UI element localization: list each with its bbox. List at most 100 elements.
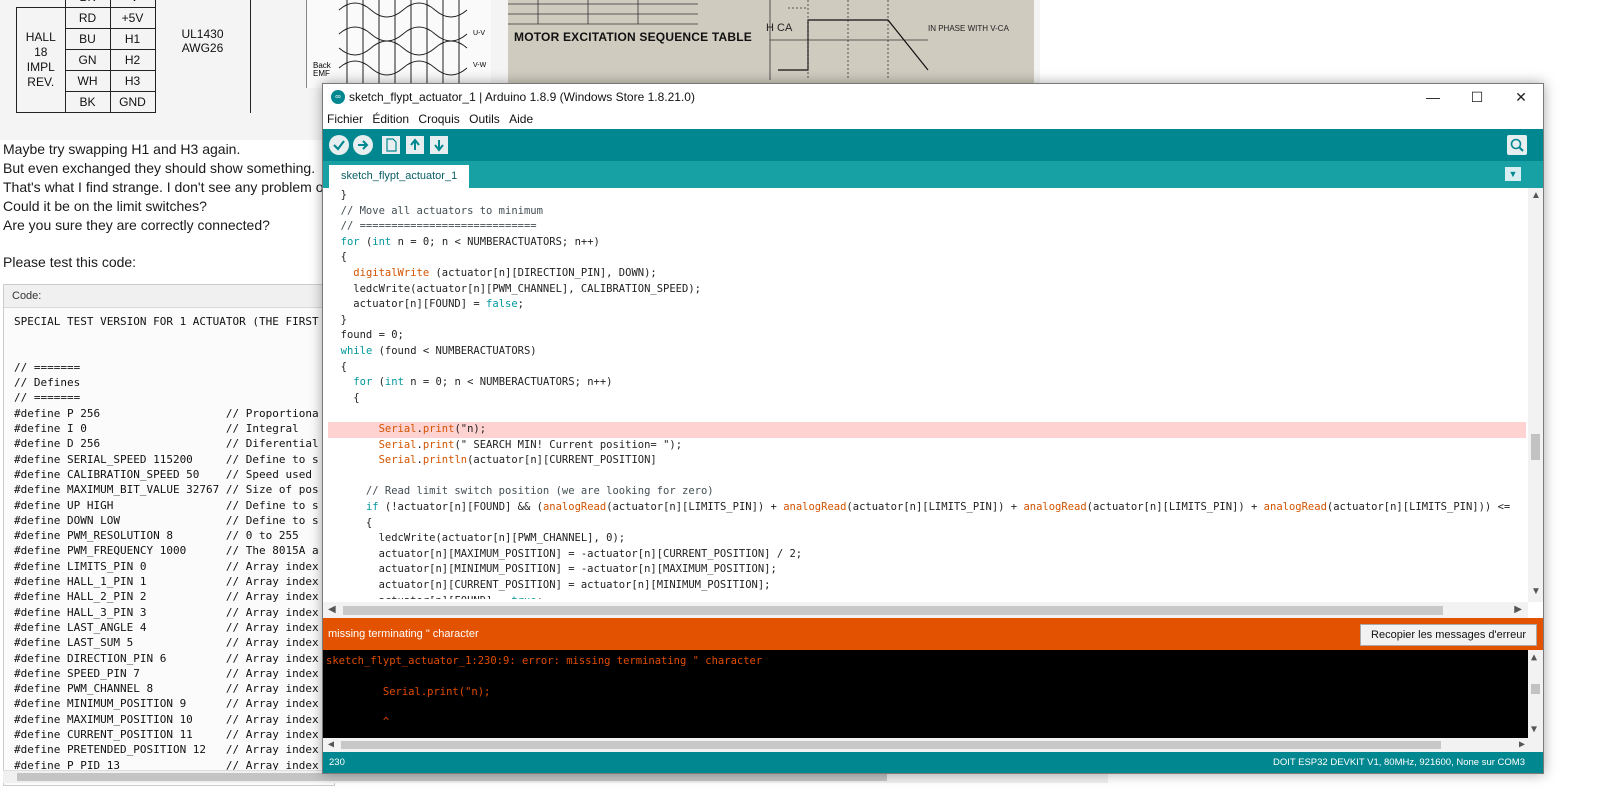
code-line[interactable]: actuator[n][FOUND] = false; bbox=[328, 297, 1526, 313]
code-token: int bbox=[384, 376, 404, 389]
code-token: for bbox=[353, 376, 373, 389]
save-icon bbox=[434, 140, 444, 152]
scroll-down-icon[interactable]: ▼ bbox=[1531, 586, 1541, 597]
code-token: ledcWrite(actuator[n][PWM_CHANNEL], 0); bbox=[328, 532, 626, 545]
code-line[interactable]: digitalWrite (actuator[n][DIRECTION_PIN]… bbox=[328, 266, 1526, 282]
code-line[interactable]: ledcWrite(actuator[n][PWM_CHANNEL], 0); bbox=[328, 531, 1526, 547]
menu-croquis[interactable]: Croquis bbox=[418, 110, 459, 129]
code-token: (actuator[n][LIMITS_PIN]) + bbox=[606, 501, 784, 513]
code-line[interactable]: for (int n = 0; n < NUMBERACTUATORS; n++… bbox=[328, 375, 1526, 391]
code-block-content[interactable]: SPECIAL TEST VERSION FOR 1 ACTUATOR (THE… bbox=[4, 308, 334, 782]
code-line[interactable]: // Move all actuators to minimum bbox=[328, 204, 1526, 220]
code-line[interactable]: while (found < NUMBERACTUATORS) bbox=[328, 344, 1526, 360]
code-line[interactable]: ledcWrite(actuator[n][PWM_CHANNEL], CALI… bbox=[328, 282, 1526, 298]
scroll-up-icon[interactable]: ▲ bbox=[1531, 190, 1541, 201]
tab-menu-button[interactable]: ▼ bbox=[1505, 167, 1521, 181]
scroll-up-icon[interactable]: ▲ bbox=[1531, 652, 1537, 663]
code-token: ( bbox=[359, 235, 373, 248]
code-line[interactable]: // Read limit switch position (we are lo… bbox=[328, 484, 1526, 500]
scroll-left-icon[interactable]: ◀ bbox=[328, 604, 336, 615]
code-editor[interactable]: } // Move all actuators to minimum // ==… bbox=[323, 188, 1543, 618]
scrollbar-thumb[interactable] bbox=[341, 741, 1441, 749]
code-line[interactable] bbox=[328, 469, 1526, 485]
waveform-diagram: Back EMF U-V V-W bbox=[306, 0, 491, 88]
code-line[interactable]: actuator[n][MINIMUM_POSITION] = -actuato… bbox=[328, 562, 1526, 578]
code-token: actuator[n][MAXIMUM_POSITION] = -actuato… bbox=[328, 547, 803, 560]
copy-errors-button[interactable]: Recopier les messages d'erreur bbox=[1360, 624, 1537, 646]
code-line[interactable]: Serial.println(actuator[n][CURRENT_POSIT… bbox=[328, 453, 1526, 469]
code-line-error[interactable]: Serial.print("n); bbox=[328, 422, 1526, 438]
editor-horizontal-scrollbar[interactable]: ◀ ▶ bbox=[323, 602, 1528, 618]
maximize-button[interactable]: ☐ bbox=[1455, 84, 1499, 110]
open-button[interactable] bbox=[406, 136, 424, 154]
scrollbar-thumb[interactable] bbox=[1531, 434, 1540, 460]
code-token: ("n); bbox=[454, 423, 487, 435]
code-block-header: Code: bbox=[4, 285, 334, 308]
verify-button[interactable] bbox=[329, 135, 349, 155]
menu-fichier[interactable]: Fichier bbox=[327, 110, 363, 129]
code-token: while bbox=[340, 345, 373, 357]
code-line[interactable]: found = 0; bbox=[328, 328, 1526, 344]
editor-text-area[interactable]: } // Move all actuators to minimum // ==… bbox=[328, 188, 1526, 599]
wire-signal: H1 bbox=[109, 28, 156, 50]
post-paragraph: Maybe try swapping H1 and H3 again. bbox=[3, 141, 241, 157]
post-paragraph: Are you sure they are correctly connecte… bbox=[3, 217, 270, 233]
upload-icon bbox=[358, 140, 369, 150]
menu-aide[interactable]: Aide bbox=[509, 110, 533, 129]
photo-note: IN PHASE WITH V-CA bbox=[928, 24, 1009, 33]
scrollbar-thumb[interactable] bbox=[343, 606, 1443, 615]
code-token: Serial bbox=[378, 454, 417, 467]
scroll-right-icon[interactable]: ▶ bbox=[1514, 604, 1522, 615]
code-line[interactable]: { bbox=[328, 516, 1526, 532]
code-token: // Move all actuators to minimum bbox=[328, 204, 543, 217]
window-titlebar[interactable]: ∞ sketch_flypt_actuator_1 | Arduino 1.8.… bbox=[323, 84, 1543, 110]
close-button[interactable]: ✕ bbox=[1499, 84, 1543, 110]
scroll-left-icon[interactable]: ◀ bbox=[328, 739, 334, 750]
code-line[interactable]: } bbox=[328, 313, 1526, 329]
post-paragraph: But even exchanged they should show some… bbox=[3, 160, 316, 176]
scroll-right-icon[interactable]: ▶ bbox=[1519, 739, 1525, 750]
upload-button[interactable] bbox=[353, 135, 373, 155]
save-button[interactable] bbox=[430, 136, 448, 154]
console-vertical-scrollbar[interactable]: ▲ ▼ bbox=[1528, 650, 1543, 738]
wire-signal: +5V bbox=[109, 7, 156, 29]
serial-monitor-button[interactable] bbox=[1507, 135, 1527, 155]
line-number: 230 bbox=[329, 757, 345, 768]
new-button[interactable] bbox=[382, 136, 400, 154]
wiring-cable-label: UL1430 AWG26 bbox=[155, 0, 251, 113]
tab-sketch[interactable]: sketch_flypt_actuator_1 bbox=[329, 165, 470, 188]
code-line[interactable]: { bbox=[328, 250, 1526, 266]
code-line[interactable]: { bbox=[328, 391, 1526, 407]
console-horizontal-scrollbar[interactable]: ◀ ▶ bbox=[323, 738, 1543, 752]
code-token: println bbox=[422, 454, 468, 467]
menu-edition[interactable]: Édition bbox=[372, 110, 409, 129]
menu-outils[interactable]: Outils bbox=[469, 110, 500, 129]
code-line[interactable]: { bbox=[328, 360, 1526, 376]
wire-color: BK bbox=[64, 91, 111, 113]
tab-strip: sketch_flypt_actuator_1 ▼ bbox=[323, 161, 1543, 188]
code-line[interactable]: if (!actuator[n][FOUND] && (analogRead(a… bbox=[328, 500, 1526, 516]
code-line[interactable]: actuator[n][FOUND] = true; bbox=[328, 594, 1526, 599]
excitation-table-photo: MOTOR EXCITATION SEQUENCE TABLE H CA IN … bbox=[508, 0, 1034, 88]
code-line[interactable]: actuator[n][MAXIMUM_POSITION] = -actuato… bbox=[328, 547, 1526, 563]
scrollbar-thumb[interactable] bbox=[17, 773, 887, 781]
code-line[interactable]: actuator[n][CURRENT_POSITION] = actuator… bbox=[328, 578, 1526, 594]
board-info: DOIT ESP32 DEVKIT V1, 80MHz, 921600, Non… bbox=[1272, 757, 1525, 768]
scrollbar-thumb[interactable] bbox=[1531, 684, 1540, 694]
code-token: Serial bbox=[378, 438, 417, 451]
editor-vertical-scrollbar[interactable]: ▲ ▼ bbox=[1528, 188, 1543, 602]
scroll-down-icon[interactable]: ▼ bbox=[1531, 724, 1537, 735]
output-console[interactable]: sketch_flypt_actuator_1:230:9: error: mi… bbox=[323, 650, 1543, 752]
code-line[interactable]: } bbox=[328, 188, 1526, 204]
code-line[interactable]: for (int n = 0; n < NUMBERACTUATORS; n++… bbox=[328, 235, 1526, 251]
minimize-button[interactable]: — bbox=[1411, 84, 1455, 110]
code-line[interactable]: // ============================ bbox=[328, 219, 1526, 235]
console-line: sketch_flypt_actuator_1:230:9: error: mi… bbox=[326, 655, 763, 667]
code-line[interactable] bbox=[328, 406, 1526, 422]
wire-color: WH bbox=[64, 70, 111, 92]
code-line[interactable]: Serial.print(" SEARCH MIN! Current posit… bbox=[328, 438, 1526, 454]
